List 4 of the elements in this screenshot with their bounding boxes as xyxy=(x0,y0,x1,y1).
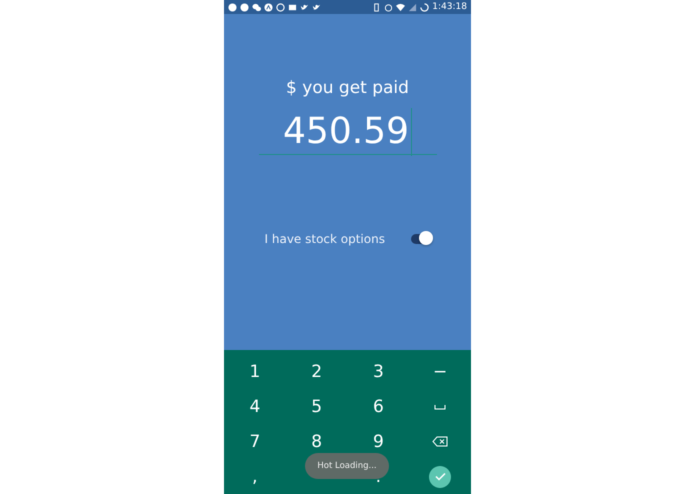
status-time: 1:43:18 xyxy=(432,2,467,12)
title: $ you get paid xyxy=(286,78,409,98)
toast: Hot Loading... xyxy=(305,453,389,479)
toggle-label: I have stock options xyxy=(264,232,385,246)
